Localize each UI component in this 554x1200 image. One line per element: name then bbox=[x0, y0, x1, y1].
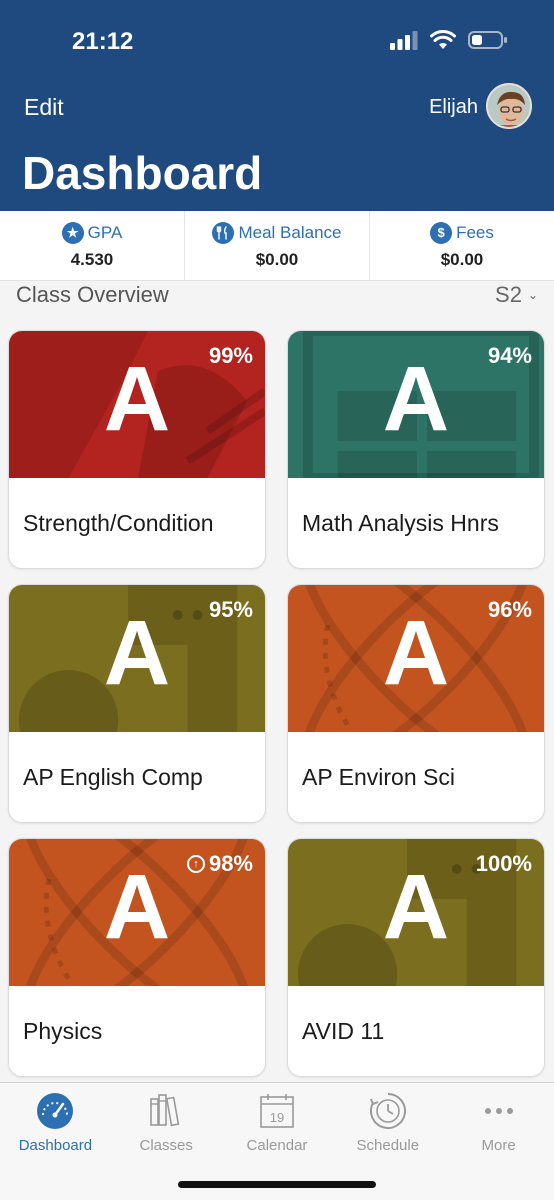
avatar[interactable] bbox=[486, 83, 532, 129]
class-percent: 94% bbox=[488, 343, 532, 369]
chevron-down-icon: ⌄ bbox=[527, 288, 538, 302]
tab-label: Classes bbox=[139, 1137, 193, 1154]
tab-calendar[interactable]: 19 Calendar bbox=[222, 1083, 333, 1163]
tab-label: Calendar bbox=[246, 1137, 308, 1154]
signal-icon bbox=[390, 31, 418, 50]
class-card[interactable]: A 95% AP English Comp bbox=[8, 584, 266, 823]
calendar-icon: 19 bbox=[260, 1094, 294, 1128]
stat-fees-value: $0.00 bbox=[440, 249, 484, 269]
stat-meal-label-row: Meal Balance bbox=[212, 221, 342, 244]
user-name[interactable]: Elijah bbox=[429, 96, 478, 119]
class-percent: 96% bbox=[488, 597, 532, 623]
class-percent-value: 95% bbox=[208, 597, 253, 622]
status-time: 21:12 bbox=[72, 28, 134, 55]
class-percent: ↑ 98% bbox=[186, 851, 253, 877]
class-card-banner: A 100% bbox=[288, 839, 544, 986]
class-card-banner: A 96% bbox=[288, 585, 544, 732]
class-percent-value: 94% bbox=[487, 343, 532, 368]
class-card-banner: A 94% bbox=[288, 331, 544, 478]
gauge-icon bbox=[37, 1093, 74, 1129]
tab-bar: Dashboard Classes 19 Calendar Schedule M… bbox=[0, 1082, 554, 1200]
class-name: AP English Comp bbox=[23, 764, 203, 790]
class-name: Physics bbox=[23, 1018, 103, 1044]
semester-selector[interactable]: S2 ⌄ bbox=[495, 282, 538, 308]
stat-gpa[interactable]: ★ GPA 4.530 bbox=[0, 211, 185, 280]
app-header: 21:12 Edit Elijah Dashboard bbox=[0, 0, 554, 211]
class-percent: 100% bbox=[476, 851, 532, 877]
class-card[interactable]: A 96% AP Environ Sci bbox=[287, 584, 545, 823]
class-grid: A 99% Strength/Condition A 94% Math Anal… bbox=[8, 330, 546, 1077]
stat-gpa-label-row: ★ GPA bbox=[61, 221, 123, 244]
class-card-banner: A ↑ 98% bbox=[9, 839, 265, 986]
tab-dashboard[interactable]: Dashboard bbox=[0, 1083, 111, 1163]
class-card-banner: A 95% bbox=[9, 585, 265, 732]
class-card-banner: A 99% bbox=[9, 331, 265, 478]
class-percent-value: 96% bbox=[487, 597, 532, 622]
clock-icon bbox=[369, 1093, 406, 1129]
class-card[interactable]: A ↑ 98% Physics bbox=[8, 838, 266, 1077]
status-icons bbox=[390, 30, 508, 50]
edit-button[interactable]: Edit bbox=[24, 94, 64, 121]
tab-more[interactable]: More bbox=[443, 1083, 554, 1163]
star-icon: ★ bbox=[61, 221, 84, 244]
class-card[interactable]: A 100% AVID 11 bbox=[287, 838, 545, 1077]
section-title: Class Overview bbox=[16, 282, 169, 307]
stat-gpa-value: 4.530 bbox=[70, 249, 114, 269]
tab-classes[interactable]: Classes bbox=[111, 1083, 222, 1163]
class-name: Strength/Condition bbox=[23, 510, 214, 536]
tab-label: Schedule bbox=[356, 1137, 420, 1154]
class-percent: 95% bbox=[209, 597, 253, 623]
stats-bar: ★ GPA 4.530 Meal Balance $0.00 $ Fees $0… bbox=[0, 211, 554, 281]
semester-value: S2 bbox=[495, 282, 522, 307]
class-card[interactable]: A 94% Math Analysis Hnrs bbox=[287, 330, 545, 569]
stat-fees-label: Fees bbox=[456, 222, 494, 242]
stat-meal-balance[interactable]: Meal Balance $0.00 bbox=[185, 211, 370, 280]
class-name: Math Analysis Hnrs bbox=[302, 510, 499, 536]
stat-meal-value: $0.00 bbox=[255, 249, 299, 269]
battery-icon bbox=[468, 31, 507, 49]
more-icon bbox=[484, 1108, 513, 1114]
books-icon bbox=[150, 1094, 180, 1127]
trend-up-icon: ↑ bbox=[186, 855, 205, 873]
utensils-icon bbox=[212, 221, 235, 244]
avatar-image bbox=[488, 85, 530, 127]
stat-gpa-label: GPA bbox=[87, 222, 123, 242]
tab-schedule[interactable]: Schedule bbox=[332, 1083, 443, 1163]
class-name: AVID 11 bbox=[302, 1018, 385, 1044]
class-percent-value: 98% bbox=[208, 851, 253, 876]
class-name: AP Environ Sci bbox=[302, 764, 455, 790]
class-percent-value: 99% bbox=[208, 343, 253, 368]
wifi-icon bbox=[430, 30, 456, 49]
stat-fees[interactable]: $ Fees $0.00 bbox=[370, 211, 554, 280]
stat-fees-label-row: $ Fees bbox=[430, 221, 494, 244]
class-percent: 99% bbox=[209, 343, 253, 369]
page-title: Dashboard bbox=[22, 147, 263, 199]
tab-label: Dashboard bbox=[18, 1137, 93, 1154]
stat-meal-label: Meal Balance bbox=[238, 222, 342, 242]
home-indicator[interactable] bbox=[178, 1181, 376, 1188]
class-card[interactable]: A 99% Strength/Condition bbox=[8, 330, 266, 569]
tab-label: More bbox=[481, 1137, 516, 1154]
class-percent-value: 100% bbox=[475, 851, 532, 876]
dollar-icon: $ bbox=[430, 221, 453, 244]
calendar-day: 19 bbox=[270, 1110, 284, 1125]
